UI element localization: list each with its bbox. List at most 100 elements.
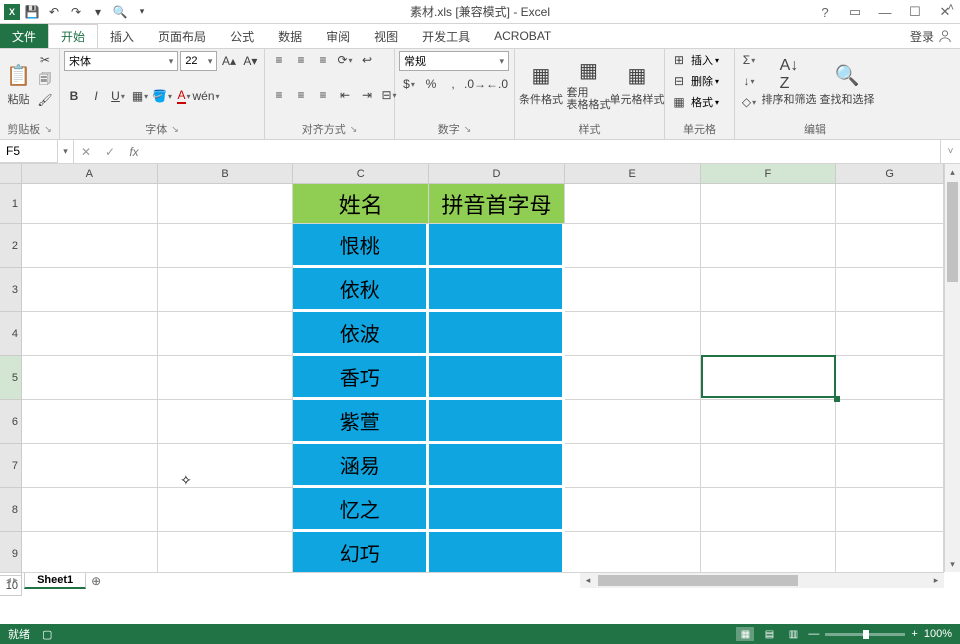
delete-cells-button[interactable]: ⊟删除▾ <box>669 72 719 90</box>
cell-E8[interactable] <box>565 488 701 532</box>
vertical-scroll-thumb[interactable] <box>947 182 958 282</box>
cell-D3[interactable] <box>429 268 565 312</box>
cell-E6[interactable] <box>565 400 701 444</box>
column-header-C[interactable]: C <box>293 164 429 184</box>
cell-G8[interactable] <box>836 488 944 532</box>
cell-F7[interactable] <box>701 444 837 488</box>
bold-button[interactable]: B <box>64 87 84 105</box>
save-icon[interactable]: 💾 <box>22 2 42 22</box>
cell-D4[interactable] <box>429 312 565 356</box>
tab-page-layout[interactable]: 页面布局 <box>146 24 218 48</box>
page-layout-view-icon[interactable]: ▤ <box>760 627 778 641</box>
cell-C8[interactable]: 忆之 <box>293 488 429 532</box>
qat-dropdown[interactable]: ▾ <box>88 2 108 22</box>
decrease-decimal-icon[interactable]: ←.0 <box>487 75 507 93</box>
align-right-icon[interactable]: ≡ <box>313 86 333 104</box>
cell-B9[interactable] <box>158 532 294 572</box>
print-preview-icon[interactable]: 🔍 <box>110 2 130 22</box>
row-header-7[interactable]: 7 <box>0 444 22 488</box>
zoom-out-button[interactable]: — <box>808 628 819 640</box>
cell-B1[interactable] <box>158 184 294 224</box>
font-size-combo[interactable]: 22▾ <box>180 51 217 71</box>
cell-G3[interactable] <box>836 268 944 312</box>
insert-function-icon[interactable]: fx <box>122 140 146 163</box>
cell-G6[interactable] <box>836 400 944 444</box>
indent-decrease-icon[interactable]: ⇤ <box>335 86 355 104</box>
scroll-right-icon[interactable]: ▸ <box>928 573 944 588</box>
align-center-icon[interactable]: ≡ <box>291 86 311 104</box>
row-header-5[interactable]: 5 <box>0 356 22 400</box>
cell-A1[interactable] <box>22 184 158 224</box>
row-header-3[interactable]: 3 <box>0 268 22 312</box>
login-link[interactable]: 登录 <box>910 24 952 48</box>
cell-B8[interactable] <box>158 488 294 532</box>
scroll-up-icon[interactable]: ▴ <box>945 164 960 180</box>
zoom-in-button[interactable]: + <box>911 628 917 640</box>
cell-G4[interactable] <box>836 312 944 356</box>
tab-review[interactable]: 审阅 <box>314 24 362 48</box>
cell-C7[interactable]: 涵易 <box>293 444 429 488</box>
number-format-combo[interactable]: 常规▾ <box>399 51 509 71</box>
cell-G7[interactable] <box>836 444 944 488</box>
align-left-icon[interactable]: ≡ <box>269 86 289 104</box>
column-header-F[interactable]: F <box>701 164 837 184</box>
normal-view-icon[interactable]: ▦ <box>736 627 754 641</box>
cell-F1[interactable] <box>701 184 837 224</box>
align-bottom-icon[interactable]: ≡ <box>313 51 333 69</box>
font-launcher-icon[interactable]: ↘ <box>171 124 179 135</box>
autosum-button[interactable]: Σ▾ <box>739 51 759 69</box>
cell-C5[interactable]: 香巧 <box>293 356 429 400</box>
horizontal-scrollbar[interactable]: ◂ ▸ <box>580 572 944 588</box>
column-header-D[interactable]: D <box>429 164 565 184</box>
row-header-1[interactable]: 1 <box>0 184 22 224</box>
enter-formula-icon[interactable]: ✓ <box>98 140 122 163</box>
indent-increase-icon[interactable]: ⇥ <box>357 86 377 104</box>
clipboard-launcher-icon[interactable]: ↘ <box>44 124 52 135</box>
orientation-icon[interactable]: ⟳▾ <box>335 51 355 69</box>
number-launcher-icon[interactable]: ↘ <box>464 124 472 135</box>
cell-D1[interactable]: 拼音首字母 <box>429 184 565 224</box>
fill-color-button[interactable]: 🪣▾ <box>152 87 172 105</box>
row-header-10[interactable]: 10 <box>0 576 22 596</box>
scroll-down-icon[interactable]: ▾ <box>945 556 960 572</box>
spreadsheet-grid[interactable]: ABCDEFG 12345678910 姓名拼音首字母恨桃依秋依波香巧紫萱涵易忆… <box>0 164 960 588</box>
column-header-G[interactable]: G <box>836 164 944 184</box>
cell-E3[interactable] <box>565 268 701 312</box>
clear-button[interactable]: ◇▾ <box>739 93 759 111</box>
column-header-E[interactable]: E <box>565 164 701 184</box>
cell-B4[interactable] <box>158 312 294 356</box>
tab-file[interactable]: 文件 <box>0 24 48 48</box>
sheet-tab-sheet1[interactable]: Sheet1 <box>24 573 86 589</box>
cell-D2[interactable] <box>429 224 565 268</box>
cell-B2[interactable] <box>158 224 294 268</box>
name-box-dropdown[interactable]: ▾ <box>58 140 74 163</box>
collapse-ribbon-icon[interactable]: ˄ <box>948 2 954 14</box>
cell-A2[interactable] <box>22 224 158 268</box>
ribbon-options-icon[interactable]: ▭ <box>844 2 866 22</box>
cell-A6[interactable] <box>22 400 158 444</box>
cell-A8[interactable] <box>22 488 158 532</box>
font-color-button[interactable]: A▾ <box>174 87 194 105</box>
cell-D8[interactable] <box>429 488 565 532</box>
tab-acrobat[interactable]: ACROBAT <box>482 24 563 48</box>
cell-E7[interactable] <box>565 444 701 488</box>
formula-input[interactable] <box>146 140 940 163</box>
zoom-slider[interactable] <box>825 633 905 636</box>
format-painter-icon[interactable]: 🖌 <box>35 91 55 109</box>
qat-more[interactable]: ▾ <box>132 2 152 22</box>
copy-icon[interactable]: 🗐 <box>35 71 55 89</box>
name-box[interactable]: F5 <box>0 140 58 163</box>
cell-F8[interactable] <box>701 488 837 532</box>
cell-F2[interactable] <box>701 224 837 268</box>
percent-format-icon[interactable]: % <box>421 75 441 93</box>
border-button[interactable]: ▦▾ <box>130 87 150 105</box>
decrease-font-icon[interactable]: A▾ <box>241 52 260 70</box>
cell-A5[interactable] <box>22 356 158 400</box>
maximize-button[interactable]: ☐ <box>904 2 926 22</box>
tab-view[interactable]: 视图 <box>362 24 410 48</box>
tab-data[interactable]: 数据 <box>266 24 314 48</box>
page-break-view-icon[interactable]: ▥ <box>784 627 802 641</box>
help-icon[interactable]: ? <box>814 2 836 22</box>
fill-button[interactable]: ↓▾ <box>739 72 759 90</box>
cell-C3[interactable]: 依秋 <box>293 268 429 312</box>
